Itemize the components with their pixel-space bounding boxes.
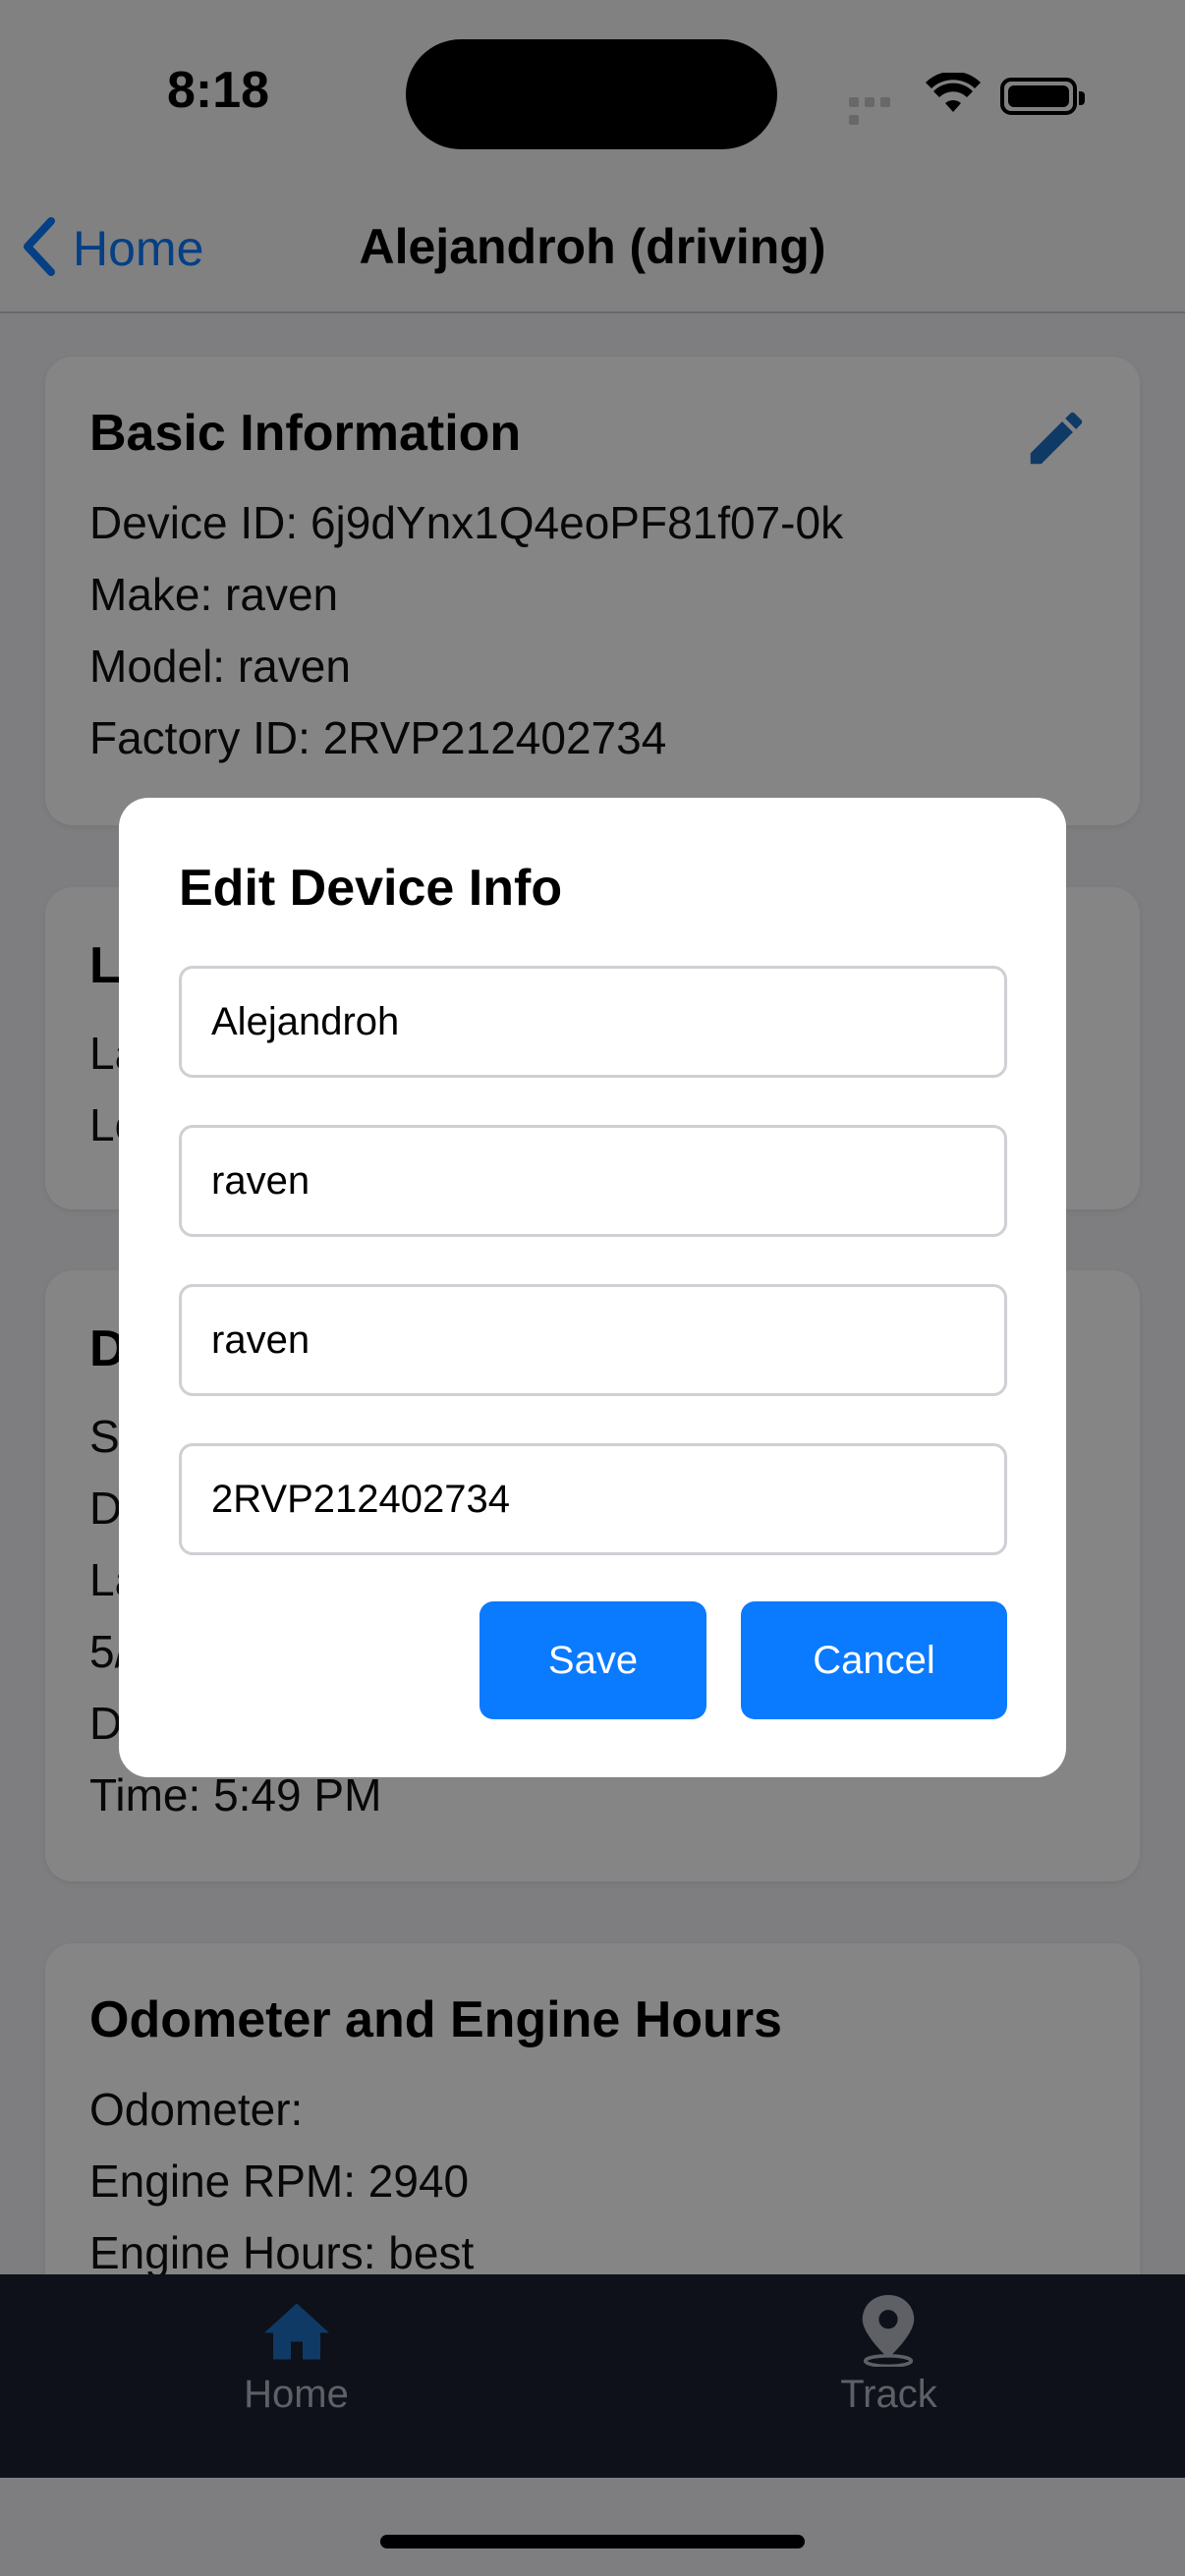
factory-id-field[interactable] [179, 1443, 1007, 1555]
edit-device-dialog: Edit Device Info Save Cancel [119, 798, 1066, 1777]
save-button[interactable]: Save [480, 1601, 706, 1719]
make-field[interactable] [179, 1125, 1007, 1237]
model-field[interactable] [179, 1284, 1007, 1396]
dialog-title: Edit Device Info [179, 860, 563, 917]
device-name-field[interactable] [179, 966, 1007, 1078]
cancel-button[interactable]: Cancel [741, 1601, 1007, 1719]
